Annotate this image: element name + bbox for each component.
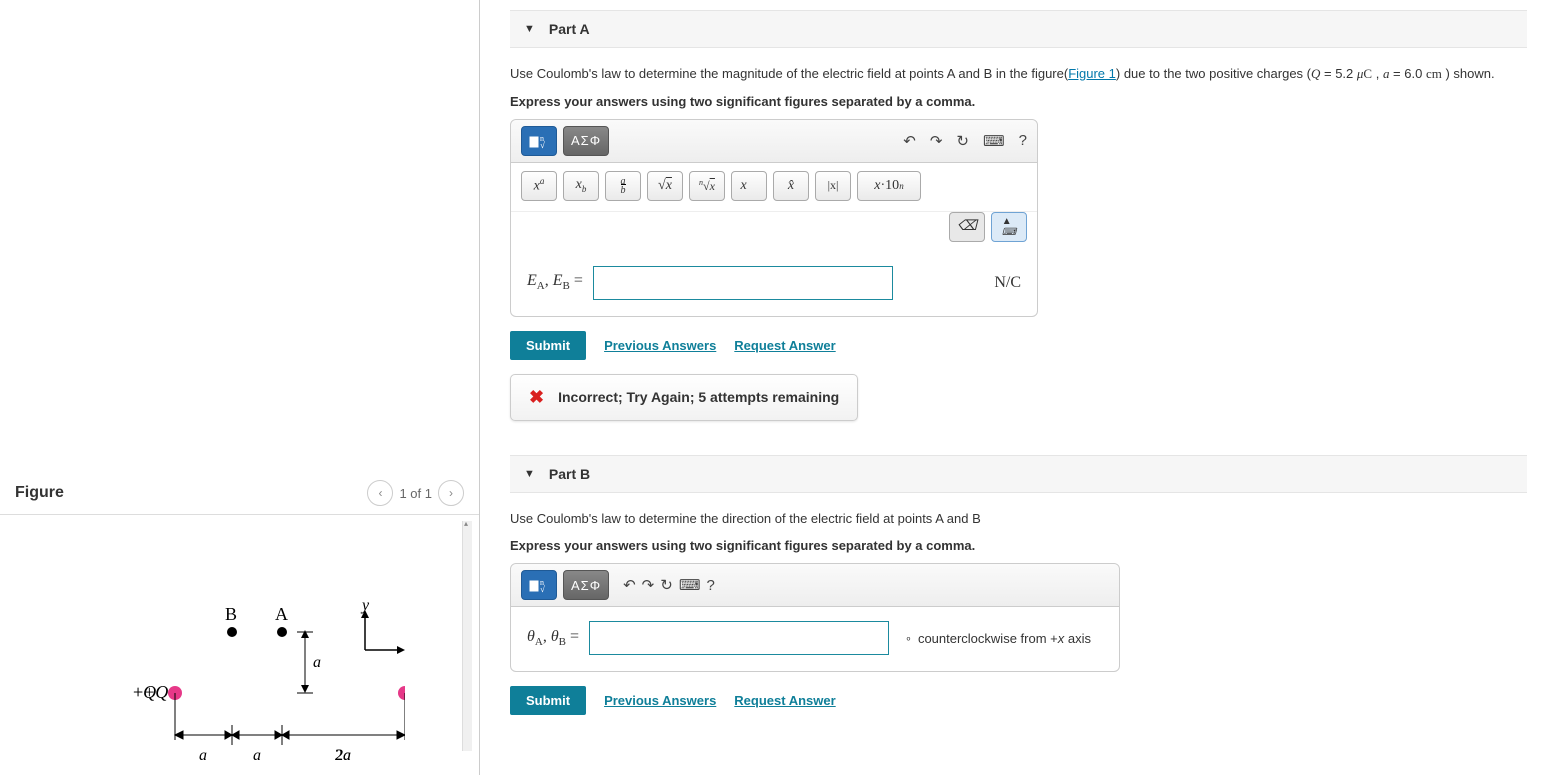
undo-icon[interactable]: ↶	[623, 576, 636, 594]
figure-panel: Figure ‹ 1 of 1 › y x	[0, 0, 480, 775]
figure-prev-button[interactable]: ‹	[367, 480, 393, 506]
svg-text:√: √	[540, 584, 545, 593]
svg-text:√: √	[540, 140, 545, 149]
part-b-header[interactable]: ▼ Part B	[510, 455, 1527, 493]
hat-button[interactable]: x̂	[773, 171, 809, 201]
part-b-request-answer-link[interactable]: Request Answer	[734, 693, 835, 708]
subscript-button[interactable]: xb	[563, 171, 599, 201]
part-b-answer-label: θA, θB =	[527, 628, 579, 648]
part-b-previous-answers-link[interactable]: Previous Answers	[604, 693, 716, 708]
dim-a-vertical: a	[313, 654, 321, 671]
part-b-answer-box: n√ ΑΣΦ ↶ ↷ ↻ ⌨ ? θA, θB = ∘ counterclock…	[510, 563, 1120, 672]
template-mode-button[interactable]: n√	[521, 570, 557, 600]
figure-body: y x B A	[15, 515, 464, 775]
point-A-label: A	[275, 604, 288, 624]
part-b-submit-button[interactable]: Submit	[510, 686, 586, 715]
sqrt-button[interactable]: √x	[647, 171, 683, 201]
abs-button[interactable]: |x|	[815, 171, 851, 201]
figure-next-button[interactable]: ›	[438, 480, 464, 506]
keyboard-icon[interactable]: ⌨	[679, 576, 701, 594]
greek-mode-button[interactable]: ΑΣΦ	[563, 126, 609, 156]
point-B-label: B	[225, 604, 237, 624]
figure-diagram: y x B A	[75, 585, 405, 775]
redo-icon[interactable]: ↷	[930, 132, 943, 150]
figure-header: Figure ‹ 1 of 1 ›	[0, 470, 479, 515]
svg-text:+Q: +Q	[133, 682, 156, 702]
part-a-previous-answers-link[interactable]: Previous Answers	[604, 338, 716, 353]
reset-icon[interactable]: ↻	[956, 132, 969, 150]
question-panel: ▼ Part A Use Coulomb's law to determine …	[480, 0, 1545, 775]
part-a-express: Express your answers using two significa…	[510, 94, 1527, 109]
equation-toolbar-b: n√ ΑΣΦ ↶ ↷ ↻ ⌨ ?	[511, 564, 1119, 607]
part-b-instructions: Use Coulomb's law to determine the direc…	[510, 509, 1527, 529]
figure-nav: ‹ 1 of 1 ›	[367, 480, 464, 506]
part-a-answer-box: n√ ΑΣΦ ↶ ↷ ↻ ⌨ ? xa xb ab √x	[510, 119, 1038, 317]
vector-button[interactable]: x⃗	[731, 171, 767, 201]
dim-a2: a	[253, 747, 261, 764]
fraction-button[interactable]: ab	[605, 171, 641, 201]
figure-scrollbar[interactable]	[462, 521, 472, 751]
collapse-icon: ▼	[524, 23, 535, 35]
svg-text:2a: 2a	[335, 747, 351, 764]
part-b-unit: ∘ counterclockwise from +x axis	[905, 631, 1091, 646]
greek-mode-button[interactable]: ΑΣΦ	[563, 570, 609, 600]
figure-link[interactable]: Figure 1	[1068, 66, 1116, 81]
part-a-answer-input[interactable]	[593, 266, 893, 300]
part-a-title: Part A	[549, 21, 590, 37]
part-b-express: Express your answers using two significa…	[510, 538, 1527, 553]
collapse-icon: ▼	[524, 468, 535, 480]
feedback-text: Incorrect; Try Again; 5 attempts remaini…	[558, 389, 839, 405]
reset-icon[interactable]: ↻	[660, 576, 673, 594]
keyboard-toggle-button[interactable]: ▲⌨	[991, 212, 1027, 242]
math-buttons-row: xa xb ab √x n√x x⃗ x̂ |x| x·10n	[511, 163, 1037, 212]
superscript-button[interactable]: xa	[521, 171, 557, 201]
sci-notation-button[interactable]: x·10n	[857, 171, 921, 201]
part-a-submit-button[interactable]: Submit	[510, 331, 586, 360]
redo-icon[interactable]: ↷	[642, 576, 655, 594]
part-a-request-answer-link[interactable]: Request Answer	[734, 338, 835, 353]
backspace-button[interactable]: ⌫	[949, 212, 985, 242]
figure-title: Figure	[15, 484, 64, 502]
incorrect-icon: ✖	[529, 387, 544, 408]
figure-nav-label: 1 of 1	[399, 486, 432, 501]
part-a-answer-label: EA, EB =	[527, 272, 583, 292]
undo-icon[interactable]: ↶	[903, 132, 916, 150]
template-mode-button[interactable]: n√	[521, 126, 557, 156]
part-b-title: Part B	[549, 466, 590, 482]
keyboard-icon[interactable]: ⌨	[983, 132, 1005, 150]
part-a-feedback: ✖ Incorrect; Try Again; 5 attempts remai…	[510, 374, 858, 421]
part-a-unit: N/C	[994, 274, 1021, 292]
help-icon[interactable]: ?	[1019, 132, 1027, 149]
help-icon[interactable]: ?	[706, 577, 714, 594]
part-a-body: Use Coulomb's law to determine the magni…	[510, 64, 1527, 429]
equation-toolbar: n√ ΑΣΦ ↶ ↷ ↻ ⌨ ?	[511, 120, 1037, 163]
nroot-button[interactable]: n√x	[689, 171, 725, 201]
part-b-answer-input[interactable]	[589, 621, 889, 655]
part-b-body: Use Coulomb's law to determine the direc…	[510, 509, 1527, 738]
dim-a1: a	[199, 747, 207, 764]
part-a-instructions: Use Coulomb's law to determine the magni…	[510, 64, 1527, 84]
part-a-header[interactable]: ▼ Part A	[510, 10, 1527, 48]
